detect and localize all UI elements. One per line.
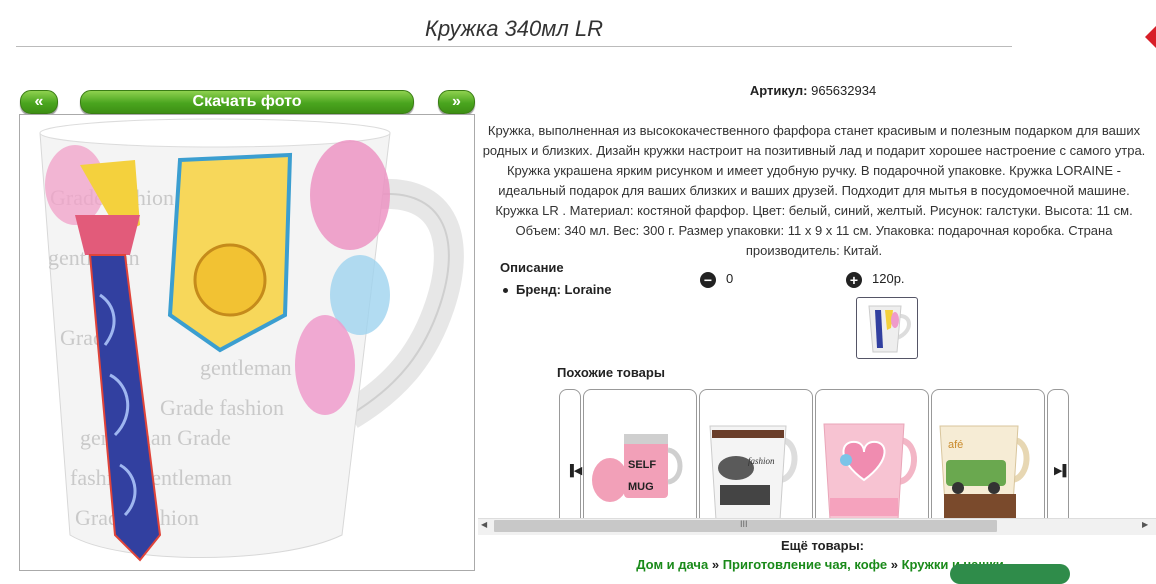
breadcrumb-separator: » — [711, 557, 720, 572]
chevron-left-icon: ▐◀ — [566, 465, 583, 477]
car-mug-image: afé — [939, 425, 1030, 521]
similar-product-card[interactable]: fashion — [699, 389, 813, 531]
next-photo-button[interactable]: » — [438, 90, 475, 114]
more-products-title: Ещё товары: — [780, 538, 865, 553]
breadcrumb-tea-coffee[interactable]: Приготовление чая, кофе — [723, 557, 887, 572]
scroll-right-arrow-icon[interactable]: ▶ — [1142, 520, 1148, 529]
similar-product-card[interactable]: SELF MUG — [583, 389, 697, 531]
price-value: 120р. — [872, 271, 905, 286]
close-icon[interactable] — [1139, 20, 1156, 54]
minus-value: 0 — [726, 271, 734, 286]
page-title: Кружка 340мл LR — [424, 16, 604, 41]
brand-label: Бренд: Loraine — [516, 282, 612, 297]
carousel-prev-button[interactable]: ▐◀ — [559, 389, 583, 531]
breadcrumb-home-garden[interactable]: Дом и дача — [636, 557, 708, 572]
sku-value: 965632934 — [811, 83, 877, 98]
svg-text:gentleman: gentleman — [200, 355, 292, 380]
mug-image: Grade fashion gentleman Grade gentleman … — [39, 118, 464, 562]
scroll-left-arrow-icon[interactable]: ◀ — [481, 520, 487, 529]
svg-text:SELF: SELF — [628, 459, 656, 471]
minus-circle-icon[interactable]: − — [700, 272, 716, 288]
similar-product-card[interactable]: afé — [931, 389, 1045, 531]
prev-photo-button[interactable]: « — [20, 90, 58, 114]
floating-action-bar[interactable] — [950, 564, 1070, 584]
fashion-mug-image: fashion — [709, 425, 798, 521]
specs-title: Описание — [500, 260, 564, 275]
title-divider — [16, 46, 1012, 47]
product-photo[interactable]: Grade fashion gentleman Grade gentleman … — [19, 114, 475, 571]
scrollbar-grip-icon: III — [740, 519, 748, 529]
heart-mug-image — [823, 423, 917, 521]
thumbnail-image — [868, 305, 911, 353]
photo-thumbnail[interactable] — [856, 297, 918, 359]
plus-circle-icon[interactable]: + — [846, 272, 862, 288]
download-photo-button[interactable]: Скачать фото — [80, 90, 414, 114]
svg-text:MUG: MUG — [628, 481, 654, 493]
similar-product-card[interactable] — [815, 389, 929, 531]
bullet-icon — [503, 288, 508, 294]
svg-text:fashion: fashion — [748, 456, 775, 466]
brand-list-item: Бренд: Loraine — [503, 282, 612, 297]
similar-products-title: Похожие товары — [557, 365, 665, 380]
breadcrumb-separator: » — [890, 557, 898, 572]
product-description: Кружка, выполненная из высококачественно… — [482, 123, 1146, 258]
self-stirring-mug-image: SELF MUG — [592, 434, 683, 502]
carousel-next-button[interactable]: ▶▌ — [1047, 389, 1071, 531]
chevron-right-icon: ▶▌ — [1054, 465, 1071, 477]
sku-label: Артикул: — [749, 83, 808, 98]
svg-text:afé: afé — [948, 439, 963, 451]
sku: Артикул: 965632934 — [600, 83, 1026, 98]
svg-text:Grade fashion: Grade fashion — [160, 395, 284, 420]
svg-text:gentleman Grade: gentleman Grade — [80, 425, 231, 450]
